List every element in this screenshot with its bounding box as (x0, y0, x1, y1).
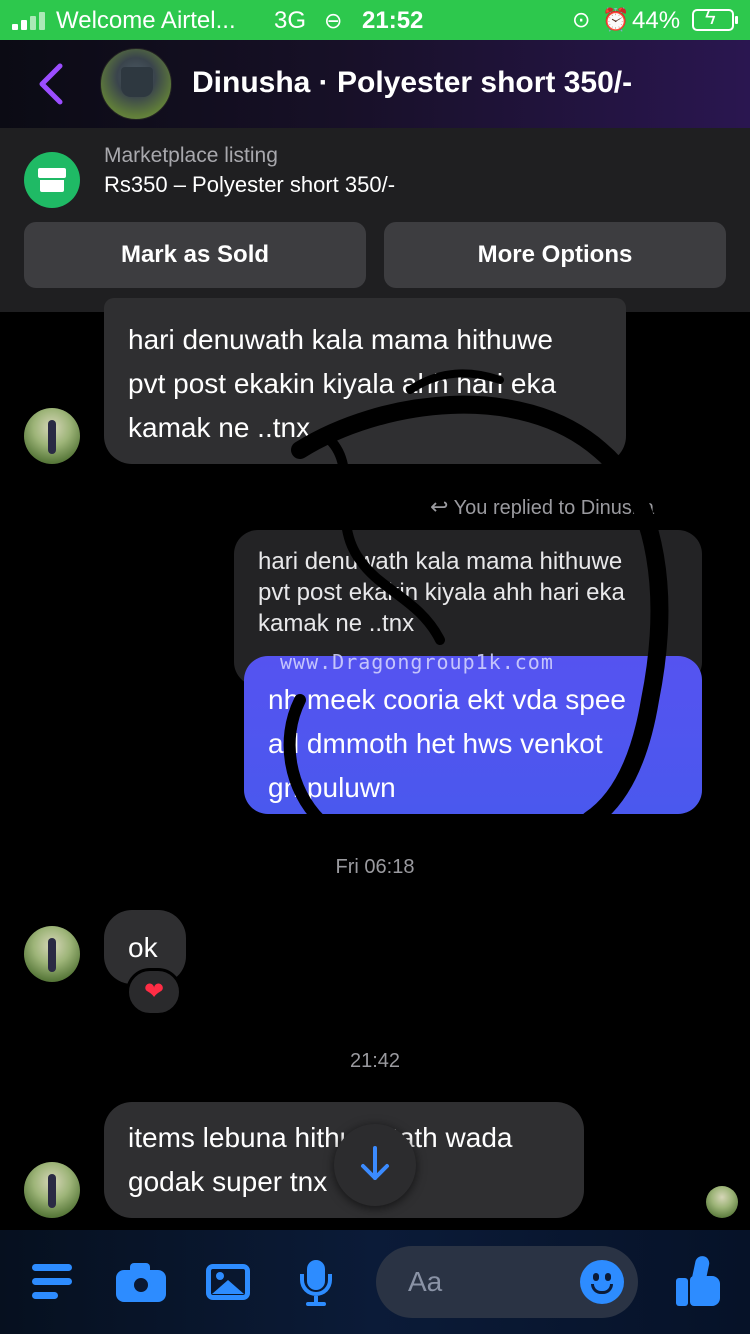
reply-label: ↩ You replied to Dinusha (430, 494, 654, 520)
carrier-name: Welcome Airtel... (56, 7, 236, 34)
battery-percent: 44% (632, 7, 681, 34)
quote-line: pvt post ekakin kiyala ahh hari eka (258, 579, 625, 606)
message-line: ad dmmoth het hws venkot (268, 728, 603, 759)
storefront-icon (24, 152, 80, 208)
battery-charging-icon: ϟ (692, 7, 738, 31)
signal-icon (12, 12, 48, 30)
gallery-icon[interactable] (204, 1254, 252, 1310)
more-options-button[interactable]: More Options (384, 222, 726, 288)
message-line: nh meek cooria ekt vda spee (268, 684, 626, 715)
marketplace-listing-panel: Marketplace listing Rs350 – Polyester sh… (0, 128, 750, 312)
message-line: pvt post ekakin kiyala ahh hari eka (128, 368, 557, 399)
arrow-down-icon (361, 1146, 389, 1180)
message-line: gn puluwn (268, 772, 396, 803)
seen-receipt-avatar (706, 1186, 738, 1218)
watermark-text: www.Dragongroup1k.com (280, 650, 554, 674)
timestamp: 21:42 (349, 1050, 401, 1072)
mark-as-sold-button[interactable]: Mark as Sold (24, 222, 366, 288)
quote-line: hari denuwath kala mama hithuwe (258, 548, 623, 575)
composer-bar: Aa (0, 1230, 750, 1334)
message-line: hari denuwath kala mama hithuwe (128, 324, 553, 355)
network-type: 3G (274, 7, 307, 34)
scroll-to-bottom-button[interactable] (334, 1124, 416, 1206)
microphone-icon[interactable] (294, 1254, 338, 1310)
chat-header: Dinusha · Polyester short 350/- (0, 40, 750, 128)
outgoing-message[interactable]: nh meek cooria ekt vda spee ad dmmoth he… (244, 656, 702, 814)
heart-reaction-icon[interactable]: ❤ (126, 968, 182, 1016)
chevron-left-icon[interactable] (32, 60, 72, 108)
quote-line: kamak ne ..tnx (258, 610, 415, 637)
sender-avatar[interactable] (24, 926, 80, 982)
reply-arrow-icon: ↩ (430, 494, 449, 519)
link-icon: ⊖ (324, 8, 343, 33)
chat-title[interactable]: Dinusha · Polyester short 350/- (192, 66, 632, 100)
incoming-message[interactable]: hari denuwath kala mama hithuwe pvt post… (104, 298, 626, 464)
listing-title[interactable]: Rs350 – Polyester short 350/- (104, 172, 395, 198)
message-line: kamak ne ..tnx (128, 412, 311, 443)
camera-icon[interactable] (114, 1254, 168, 1310)
message-line: ok (128, 932, 158, 963)
orientation-lock-icon: ⊙ (572, 7, 591, 32)
sender-avatar[interactable] (24, 1162, 80, 1218)
menu-icon[interactable] (28, 1254, 76, 1310)
status-time: 21:52 (362, 7, 424, 34)
thumbs-up-icon[interactable] (672, 1254, 728, 1310)
timestamp: Fri 06:18 (335, 856, 415, 878)
alarm-icon: ⏰ (602, 7, 630, 32)
marketplace-label: Marketplace listing (104, 144, 278, 167)
listing-avatar[interactable] (100, 48, 172, 120)
reply-label-text: You replied to Dinusha (453, 497, 655, 519)
emoji-icon[interactable] (580, 1260, 624, 1304)
status-bar: Welcome Airtel... 3G ⊖ 21:52 ⊙ ⏰ 44% ϟ (0, 0, 750, 40)
sender-avatar[interactable] (24, 408, 80, 464)
